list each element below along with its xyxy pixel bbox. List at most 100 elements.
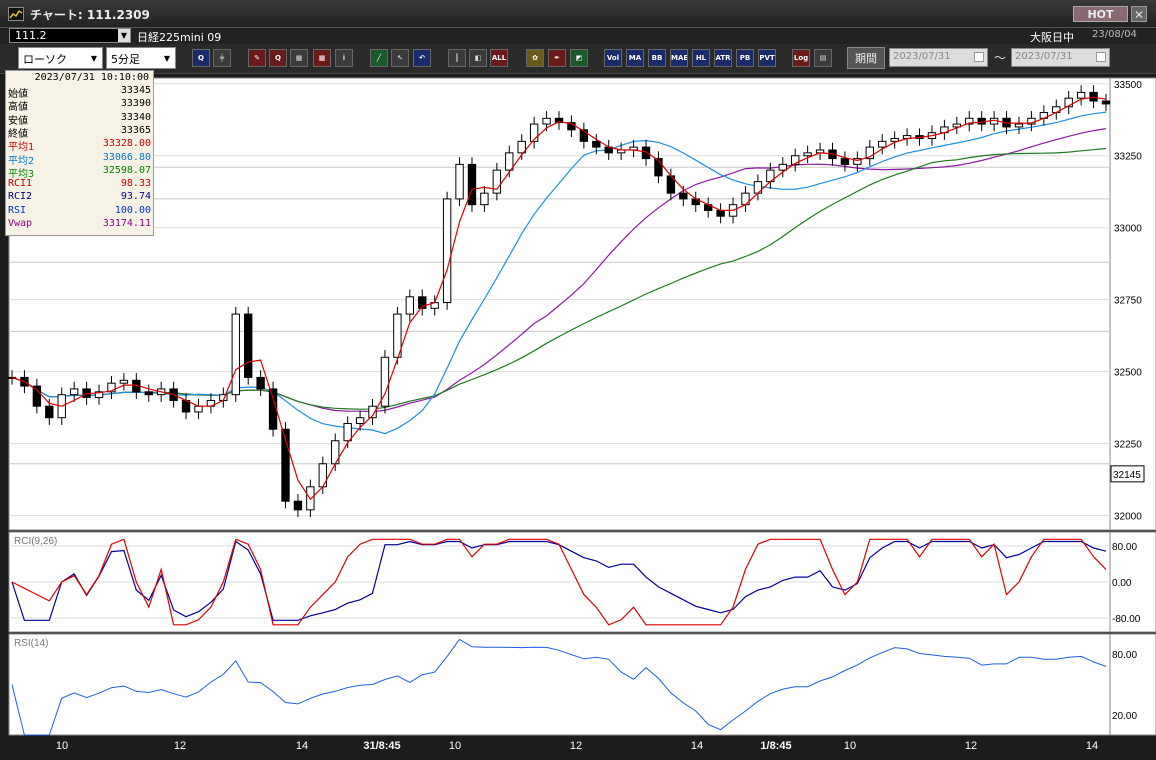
- candle-body: [244, 313, 253, 378]
- chart-canvas[interactable]: 33500 33250 33000 32750 32500 32250 32000 32145…: [0, 74, 1156, 760]
- candle-body: [455, 163, 464, 200]
- zoom-icon[interactable]: Q: [192, 49, 210, 67]
- date-to-input[interactable]: 2023/07/31: [1011, 48, 1110, 67]
- date-from-input[interactable]: 2023/07/31: [889, 48, 988, 67]
- symbol-code: 111.2: [15, 29, 47, 42]
- info-row: 平均3 32598.07: [8, 164, 153, 180]
- candle-body: [355, 417, 365, 424]
- table-icon[interactable]: ▤: [814, 49, 832, 67]
- ma-button[interactable]: MA: [626, 49, 644, 67]
- current-price-label: 32145: [1113, 470, 1141, 481]
- color-icon[interactable]: ◩: [570, 49, 588, 67]
- candle-body: [194, 405, 203, 413]
- chart-type-select[interactable]: ローソク ▼: [18, 47, 103, 69]
- info-value: 32598.07: [102, 164, 151, 176]
- crosshair-icon[interactable]: ▦: [290, 49, 308, 67]
- candle-body: [467, 163, 477, 206]
- range-icon[interactable]: Q: [269, 49, 287, 67]
- info-value: 93.74: [120, 191, 151, 203]
- candle-body: [592, 140, 601, 148]
- info-value: 33066.80: [102, 151, 151, 163]
- volume-button[interactable]: Vol: [604, 49, 622, 67]
- info-row: 終値 33365: [8, 124, 153, 140]
- info-row: RCI1 98.33: [8, 178, 153, 191]
- chevron-down-icon[interactable]: ▼: [118, 29, 130, 42]
- candle-body: [45, 405, 54, 419]
- info-value: 33328.00: [102, 138, 151, 150]
- info-key: RSI: [8, 204, 27, 216]
- price-tick-label: 32750: [1114, 296, 1142, 307]
- bb-button[interactable]: BB: [648, 49, 666, 67]
- period-button[interactable]: 期間: [847, 47, 885, 69]
- price-tick-label: 33250: [1114, 152, 1142, 163]
- hot-button[interactable]: HOT: [1073, 6, 1128, 22]
- bar-icon[interactable]: ╪: [213, 49, 231, 67]
- time-tick-label: 12: [965, 740, 977, 752]
- info-icon[interactable]: i: [335, 49, 353, 67]
- rsi-tick-label: 80.00: [1112, 650, 1137, 661]
- candle-body: [480, 192, 489, 206]
- candle-body: [1076, 91, 1086, 99]
- calendar-icon[interactable]: [974, 52, 984, 62]
- candle-body: [679, 192, 688, 200]
- info-row: RCI2 93.74: [8, 191, 153, 204]
- drawing-icon[interactable]: ✎: [248, 49, 266, 67]
- close-button[interactable]: ✕: [1131, 6, 1147, 22]
- price-tick-label: 33000: [1114, 224, 1142, 235]
- price-tick-label: 32250: [1114, 440, 1142, 451]
- candle-body: [69, 388, 79, 396]
- candle-body: [542, 117, 551, 125]
- time-tick-label: 14: [1086, 740, 1098, 752]
- atr-button[interactable]: ATR: [714, 49, 732, 67]
- gear-icon[interactable]: ✿: [526, 49, 544, 67]
- symbol-select[interactable]: 111.2 ▼: [9, 28, 131, 43]
- time-tick-label: 10: [449, 740, 461, 752]
- calendar-icon[interactable]: [1096, 52, 1106, 62]
- rsi-tick-label: 20.00: [1112, 711, 1137, 722]
- candle-body: [1014, 123, 1024, 128]
- instrument-name: 日経225mini 09: [137, 31, 222, 44]
- grid-icon[interactable]: ▦: [313, 49, 331, 67]
- info-value: 33365: [120, 124, 151, 136]
- rsi-title: RSI(14): [14, 638, 48, 649]
- date-to-value: 2023/07/31: [1015, 51, 1073, 62]
- time-tick-label: 1/8:45: [760, 740, 791, 752]
- log-button[interactable]: Log: [792, 49, 810, 67]
- candle-body: [343, 422, 352, 442]
- candle-body: [268, 388, 278, 430]
- pen-icon[interactable]: ✒: [548, 49, 566, 67]
- info-timestamp: 2023/07/31 10:10:00: [34, 72, 149, 83]
- time-tick-label: 14: [691, 740, 703, 752]
- candle-body: [293, 500, 303, 511]
- mae-button[interactable]: MAE: [670, 49, 688, 67]
- candle-body: [119, 379, 129, 384]
- price-tick-label: 32000: [1114, 512, 1142, 523]
- arrow-icon[interactable]: ↖: [391, 49, 409, 67]
- date-from-value: 2023/07/31: [893, 51, 951, 62]
- chevron-down-icon[interactable]: ▼: [161, 52, 173, 65]
- line-icon[interactable]: ╱: [370, 49, 388, 67]
- chevron-down-icon[interactable]: ▼: [88, 52, 100, 65]
- rci-tick-label: 0.00: [1112, 578, 1132, 589]
- candle-body: [641, 146, 651, 160]
- box-icon[interactable]: ◧: [469, 49, 487, 67]
- pvt-button[interactable]: PVT: [758, 49, 776, 67]
- candle-body: [405, 296, 415, 315]
- candle-icon[interactable]: ┃: [448, 49, 466, 67]
- pb-button[interactable]: PB: [736, 49, 754, 67]
- candle-body: [144, 391, 153, 396]
- chart-window: { "window":{"title":"チャート: 111.2309","ho…: [0, 0, 1156, 760]
- timeframe-select[interactable]: 5分足 ▼: [106, 47, 176, 69]
- all-button[interactable]: ALL: [490, 49, 508, 67]
- time-tick-label: 10: [844, 740, 856, 752]
- info-value: 100.00: [114, 204, 151, 216]
- candle-body: [32, 385, 42, 407]
- candle-body: [778, 163, 787, 171]
- undo-icon[interactable]: ↶: [413, 49, 431, 67]
- candle-body: [840, 158, 850, 165]
- candle-body: [231, 313, 240, 396]
- header-date: 23/08/04: [1092, 29, 1137, 40]
- candle-body: [803, 152, 812, 157]
- time-tick-label: 10: [56, 740, 68, 752]
- hl-button[interactable]: HL: [692, 49, 710, 67]
